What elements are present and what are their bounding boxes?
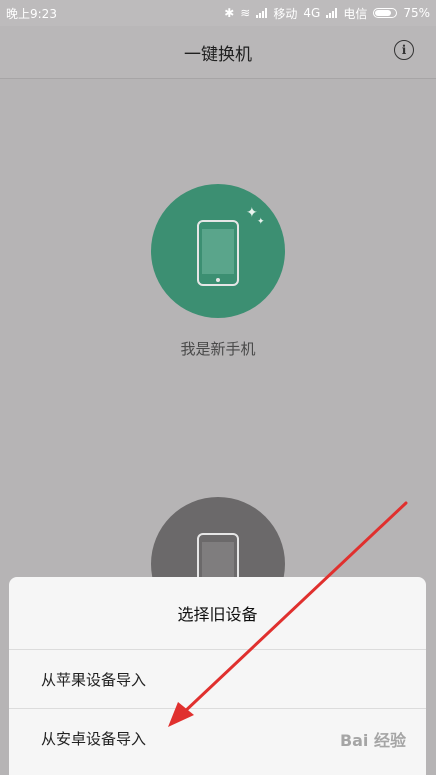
watermark-logo: Bai 经验 — [339, 731, 406, 750]
annotation-arrow — [168, 501, 408, 727]
